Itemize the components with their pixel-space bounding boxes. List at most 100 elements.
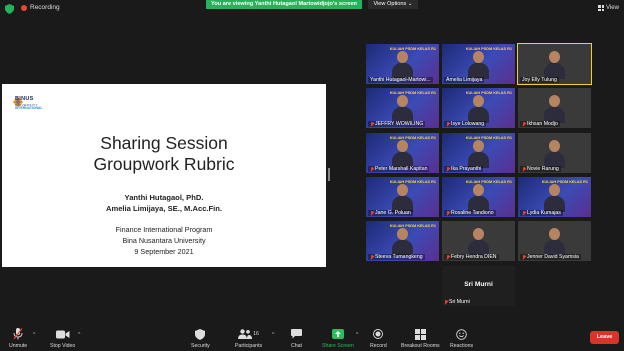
record-button[interactable]: Record: [370, 328, 387, 349]
panel-resize-handle[interactable]: [328, 168, 330, 181]
slide-org-1: Finance International Program: [115, 225, 213, 234]
viewing-screen-banner: You are viewing Yanthi Hutagaol Martowid…: [206, 0, 362, 9]
participants-options-caret[interactable]: ^: [272, 332, 274, 338]
participant-name: Lydia Kumajas: [520, 210, 563, 216]
participant-video: [544, 95, 565, 123]
participant-tile[interactable]: KULIAH PSDM KELAS R1 JEFFRY WOWILING: [366, 88, 439, 128]
slide-date: 9 September 2021: [134, 247, 194, 256]
participant-video: [392, 184, 413, 212]
mic-muted-icon: [446, 121, 450, 127]
shared-screen-slide: BINUS UNIVERSITY INTERNATIONAL Sharing S…: [2, 84, 326, 267]
participant-tile[interactable]: Ikhsan Modjo: [518, 88, 591, 128]
participant-name: Jenner David Syamsia: [520, 254, 581, 260]
participant-video: [544, 184, 565, 212]
grid-view-icon: [598, 5, 604, 11]
slide-title-line-2: Groupwork Rubric: [93, 154, 235, 174]
mic-muted-icon: [446, 210, 450, 216]
audio-options-caret[interactable]: ^: [33, 332, 35, 338]
participant-name: Ikhsan Modjo: [520, 121, 560, 127]
mic-muted-icon: [522, 166, 526, 172]
chat-bubble-icon: [291, 329, 302, 339]
smiley-icon: [456, 328, 467, 340]
mic-off-icon: [13, 328, 23, 340]
participant-video: [392, 140, 413, 168]
mic-muted-icon: [370, 121, 374, 127]
security-shield-icon: [195, 328, 206, 340]
mic-muted-icon: [370, 210, 374, 216]
participants-count: 16: [253, 331, 259, 337]
video-options-caret[interactable]: ^: [78, 332, 80, 338]
participant-tile[interactable]: KULIAH PSDM KELAS R1 Amelia Limijaya: [442, 44, 515, 84]
participant-tile[interactable]: KULIAH PSDM KELAS R1 Ika Prayanthi: [442, 133, 515, 173]
recording-indicator[interactable]: Recording: [21, 4, 60, 11]
participant-name: Novie Rarung: [520, 166, 561, 172]
view-options-button[interactable]: View Options ⌄: [368, 0, 418, 9]
mic-muted-icon: [522, 210, 526, 216]
participant-tile[interactable]: KULIAH PSDM KELAS R1 Jane G. Poluan: [366, 177, 439, 217]
shield-icon[interactable]: [5, 4, 14, 14]
participant-name-large: Sri Murni: [464, 281, 493, 288]
slide-org-2: Bina Nusantara University: [122, 236, 206, 245]
recording-label: Recording: [30, 4, 60, 11]
mic-muted-icon: [444, 299, 448, 305]
participant-tile[interactable]: KULIAH PSDM KELAS R1 Steeva Tumangkeng: [366, 221, 439, 261]
chat-button[interactable]: Chat: [291, 328, 302, 349]
participant-tile-sri-murni[interactable]: Sri Murni Sri Murni: [442, 266, 515, 306]
leave-button[interactable]: Leave: [590, 331, 619, 344]
breakout-rooms-icon: [414, 328, 426, 340]
share-screen-icon: [331, 329, 344, 339]
slide-author-2: Amelia Limijaya, SE., M.Acc.Fin.: [105, 204, 223, 213]
participant-video: [392, 95, 413, 123]
mic-muted-icon: [370, 166, 374, 172]
view-button[interactable]: View: [598, 5, 619, 11]
participant-name: Amelia Limijaya: [444, 77, 485, 83]
security-button[interactable]: Security: [191, 328, 210, 349]
logo-name: BINUS: [15, 96, 34, 102]
participant-tile[interactable]: Joy Elly Tulung: [517, 43, 592, 85]
meeting-toolbar: Unmute ^ Stop Video ^ Security 16 Partic…: [0, 324, 624, 351]
participants-icon: [238, 329, 253, 339]
stop-video-button[interactable]: Stop Video: [50, 328, 75, 349]
participant-video: [468, 228, 489, 256]
participant-name: Febry Hendra DIEN: [444, 254, 499, 260]
breakout-rooms-button[interactable]: Breakout Rooms: [401, 328, 440, 349]
participant-name: Steeva Tumangkeng: [368, 254, 425, 260]
participant-video: [468, 184, 489, 212]
record-dot-icon: [21, 4, 27, 11]
mic-muted-icon: [522, 121, 526, 127]
logo-intl: INTERNATIONAL: [15, 106, 43, 110]
unmute-button[interactable]: Unmute: [9, 328, 27, 349]
participant-tile[interactable]: KULIAH PSDM KELAS R1 Lydia Kumajas: [518, 177, 591, 217]
participant-video: [544, 140, 565, 168]
mic-muted-icon: [446, 254, 450, 260]
mic-muted-icon: [522, 254, 526, 260]
participant-tile[interactable]: Novie Rarung: [518, 133, 591, 173]
participant-video: [468, 51, 489, 79]
slide-title-line-1: Sharing Session: [100, 133, 228, 153]
share-screen-button[interactable]: Share Screen: [322, 328, 354, 349]
participant-name: Ika Prayanthi: [444, 166, 484, 172]
participants-button[interactable]: 16 Participants: [235, 328, 262, 349]
reactions-button[interactable]: Reactions: [450, 328, 473, 349]
participant-tile[interactable]: KULIAH PSDM KELAS R1 Rosaline Tandiono: [442, 177, 515, 217]
slide-author-1: Yanthi Hutagaol, PhD.: [124, 193, 204, 202]
share-options-caret[interactable]: ^: [356, 332, 358, 338]
participant-name: Yanthi Hutagaol-Martowi...: [368, 77, 433, 83]
participant-tile[interactable]: KULIAH PSDM KELAS R1 Isye Lolowang: [442, 88, 515, 128]
meeting-top-bar: Recording You are viewing Yanthi Hutagao…: [0, 0, 624, 18]
video-camera-icon: [55, 330, 70, 338]
participant-tile[interactable]: Jenner David Syamsia: [518, 221, 591, 261]
participant-name: Rosaline Tandiono: [444, 210, 496, 216]
participant-video: [544, 228, 565, 256]
mic-muted-icon: [446, 166, 450, 172]
participant-name: Isye Lolowang: [444, 121, 487, 127]
participant-video: [468, 140, 489, 168]
participant-tile[interactable]: KULIAH PSDM KELAS R1 Peter Marshall Kapit…: [366, 133, 439, 173]
participant-tile[interactable]: Febry Hendra DIEN: [442, 221, 515, 261]
participant-video: [544, 51, 565, 79]
participant-name: Jane G. Poluan: [368, 210, 413, 216]
participant-video: [392, 51, 413, 79]
mic-muted-icon: [370, 254, 374, 260]
participant-tile[interactable]: KULIAH PSDM KELAS R1 Yanthi Hutagaol-Mart…: [366, 44, 439, 84]
participant-name: Sri Murni: [444, 299, 470, 305]
